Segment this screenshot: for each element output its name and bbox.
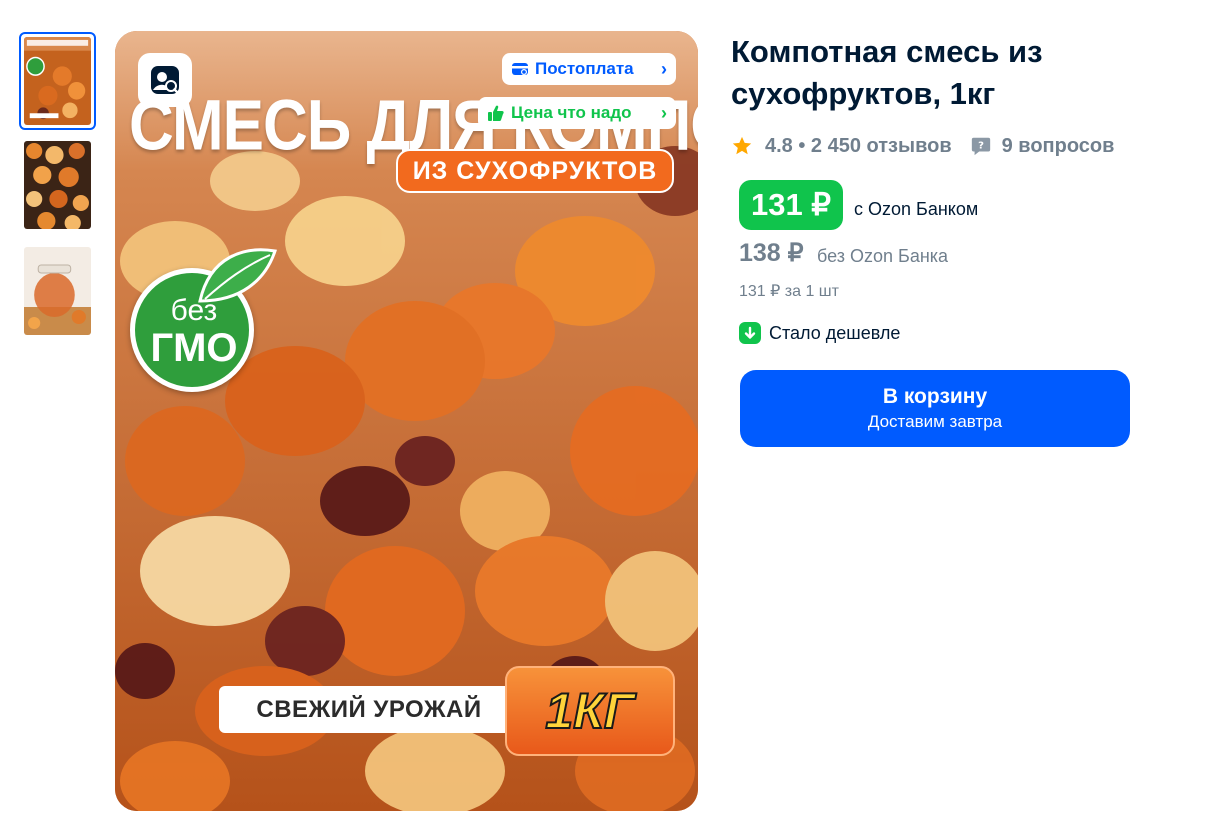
chevron-right-icon: ›	[661, 102, 667, 123]
weight-label: 1КГ	[505, 666, 675, 756]
visual-search-icon	[151, 66, 180, 95]
question-icon: ?	[971, 137, 990, 156]
questions-link[interactable]: 9 вопросов	[1002, 135, 1115, 158]
price-drop-indicator: Стало дешевле	[739, 322, 900, 344]
regular-price-label: без Ozon Банка	[817, 246, 949, 266]
add-to-cart-button[interactable]: В корзину Доставим завтра	[740, 370, 1130, 447]
thumbnail-3[interactable]	[19, 244, 96, 338]
delivery-label: Доставим завтра	[867, 411, 1003, 431]
reviews-count: • 2 450 отзывов	[798, 134, 952, 157]
fresh-harvest-label: СВЕЖИЙ УРОЖАЙ	[219, 686, 519, 733]
rating-row: 4.8 • 2 450 отзывов ? 9 вопросов	[731, 132, 1114, 160]
visual-search-button[interactable]	[138, 53, 192, 107]
price-drop-label: Стало дешевле	[769, 322, 901, 343]
fair-price-label: Цена что надо	[511, 103, 632, 122]
gmo-line-2: ГМО	[150, 326, 238, 370]
regular-price: 138 ₽	[739, 239, 804, 267]
reviews-link[interactable]: 4.8 • 2 450 отзывов	[765, 135, 952, 158]
unit-price: 131 ₽ за 1 шт	[739, 283, 839, 300]
thumbs-up-icon	[487, 104, 505, 122]
thumbnail-2[interactable]	[19, 138, 96, 232]
wallet-icon	[511, 60, 529, 78]
gmo-line-1: без	[170, 294, 218, 327]
svg-text:?: ?	[978, 140, 984, 151]
image-subtitle-badge: ИЗ СУХОФРУКТОВ	[396, 149, 674, 193]
star-icon	[732, 136, 752, 155]
no-gmo-badge: без ГМО	[130, 246, 277, 392]
chevron-right-icon: ›	[661, 58, 667, 79]
thumbnail-1[interactable]	[19, 32, 96, 130]
ozon-bank-label: с Ozon Банком	[854, 199, 979, 219]
main-product-image[interactable]: СМЕСЬ ДЛЯ КОМПОТА ИЗ СУХОФРУКТОВ без ГМО…	[115, 31, 698, 811]
fair-price-pill[interactable]: Цена что надо ›	[478, 97, 676, 129]
rating-value: 4.8	[765, 134, 793, 157]
ozon-bank-price: 131 ₽	[739, 180, 843, 230]
product-title: Компотная смесь из сухофруктов, 1кг	[731, 34, 1043, 111]
postpay-label: Постоплата	[535, 59, 634, 78]
add-to-cart-label: В корзину	[882, 384, 988, 408]
postpay-pill[interactable]: Постоплата ›	[502, 53, 676, 85]
arrow-down-icon	[739, 322, 761, 344]
